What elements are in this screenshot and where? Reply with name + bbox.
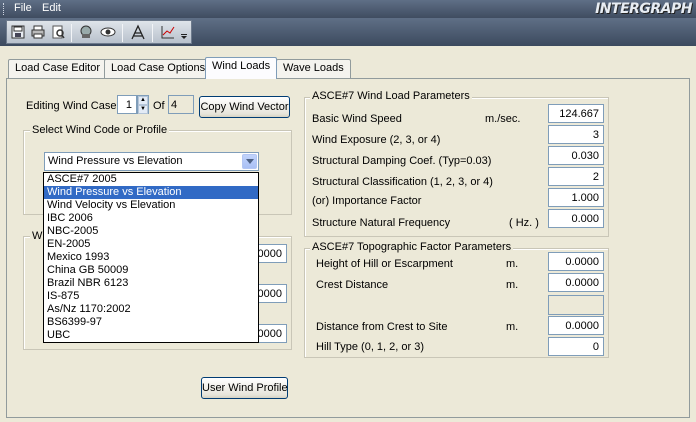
wind-code-selected: Wind Pressure vs Elevation (48, 155, 183, 167)
menu-grip-icon (3, 3, 6, 15)
natural-frequency-label: Structure Natural Frequency (312, 217, 451, 229)
crest-distance-input[interactable]: 0.0000 (548, 273, 604, 292)
importance-factor-label: (or) Importance Factor (312, 195, 422, 207)
asce-params-title: ASCE#7 Wind Load Parameters (310, 90, 472, 102)
dropdown-option[interactable]: EN-2005 (44, 238, 258, 251)
menu-file[interactable]: File (14, 2, 32, 14)
basic-wind-speed-input[interactable]: 124.667 (548, 104, 604, 123)
chart-icon[interactable] (159, 23, 177, 41)
intergraph-logo: INTERGRAPH (595, 1, 692, 17)
damping-coef-input[interactable]: 0.030 (548, 146, 604, 165)
dropdown-option[interactable]: BS6399-97 (44, 316, 258, 329)
print-icon[interactable] (29, 23, 47, 41)
chevron-down-icon[interactable] (242, 154, 257, 169)
dropdown-option[interactable]: ASCE#7 2005 (44, 173, 258, 186)
dropdown-option[interactable]: Brazil NBR 6123 (44, 277, 258, 290)
natural-frequency-input[interactable]: 0.000 (548, 209, 604, 228)
dropdown-option[interactable]: NBC-2005 (44, 225, 258, 238)
dropdown-option[interactable]: IBC 2006 (44, 212, 258, 225)
wind-case-spinner[interactable]: ▲ ▼ (137, 95, 149, 114)
wind-code-select[interactable]: Wind Pressure vs Elevation (44, 152, 259, 171)
dropdown-option[interactable]: As/Nz 1170:2002 (44, 303, 258, 316)
basic-wind-speed-unit: m./sec. (485, 113, 521, 125)
print-preview-icon[interactable] (49, 23, 67, 41)
menu-edit[interactable]: Edit (42, 2, 61, 14)
dropdown-option[interactable]: IS-875 (44, 290, 258, 303)
model-icon[interactable] (77, 23, 95, 41)
editing-wind-case-label: Editing Wind Case (26, 100, 117, 112)
wind-exposure-input[interactable]: 3 (548, 125, 604, 144)
topo-params-title: ASCE#7 Topographic Factor Parameters (310, 241, 514, 253)
basic-wind-speed-label: Basic Wind Speed (312, 113, 402, 125)
wind-case-input[interactable]: 1 (117, 95, 137, 114)
hill-type-label: Hill Type (0, 1, 2, or 3) (316, 341, 425, 353)
toolbar-group (6, 20, 192, 44)
eye-icon[interactable] (99, 23, 117, 41)
of-label: Of (153, 100, 165, 112)
spin-down-icon[interactable]: ▼ (138, 105, 148, 114)
dropdown-option[interactable]: Mexico 1993 (44, 251, 258, 264)
tab-wind-loads[interactable]: Wind Loads (205, 57, 278, 79)
wind-code-group-title: Select Wind Code or Profile (30, 124, 170, 136)
structural-class-input[interactable]: 2 (548, 167, 604, 186)
user-wind-profile-button[interactable]: User Wind Profile (201, 377, 288, 399)
toolbar-overflow-icon[interactable] (179, 23, 189, 41)
wind-code-dropdown: ASCE#7 2005 Wind Pressure vs Elevation W… (43, 172, 259, 343)
save-icon[interactable] (9, 23, 27, 41)
tab-load-case-options[interactable]: Load Case Options (104, 59, 213, 78)
crest-to-site-unit: m. (506, 321, 519, 333)
dropdown-option-selected[interactable]: Wind Pressure vs Elevation (44, 186, 258, 199)
damping-coef-label: Structural Damping Coef. (Typ=0.03) (312, 155, 492, 167)
menu-bar: File Edit INTERGRAPH (0, 0, 696, 18)
structural-class-label: Structural Classification (1, 2, 3, or 4… (312, 176, 493, 188)
copy-wind-vector-button[interactable]: Copy Wind Vector (199, 96, 290, 118)
structure-icon[interactable] (129, 23, 147, 41)
hill-height-label: Height of Hill or Escarpment (316, 258, 453, 270)
hill-type-input[interactable]: 0 (548, 337, 604, 356)
natural-frequency-unit: ( Hz. ) (509, 217, 539, 229)
importance-factor-input[interactable]: 1.000 (548, 188, 604, 207)
tab-wave-loads[interactable]: Wave Loads (276, 59, 351, 78)
crest-to-site-label: Distance from Crest to Site (316, 321, 448, 333)
toolbar-separator (152, 24, 153, 42)
disabled-field (548, 295, 604, 315)
wind-case-total: 4 (168, 95, 194, 114)
tab-load-case-editor[interactable]: Load Case Editor (8, 59, 107, 78)
crest-to-site-input[interactable]: 0.0000 (548, 316, 604, 335)
hill-height-input[interactable]: 0.0000 (548, 252, 604, 271)
wind-exposure-label: Wind Exposure (2, 3, or 4) (312, 134, 441, 146)
dropdown-option[interactable]: Wind Velocity vs Elevation (44, 199, 258, 212)
dropdown-option[interactable]: UBC (44, 329, 258, 342)
crest-distance-label: Crest Distance (316, 279, 389, 291)
spin-up-icon[interactable]: ▲ (138, 96, 148, 105)
hill-height-unit: m. (506, 258, 519, 270)
crest-distance-unit: m. (506, 279, 519, 291)
dropdown-option[interactable]: China GB 50009 (44, 264, 258, 277)
toolbar-separator (122, 24, 123, 42)
toolbar (0, 18, 696, 46)
toolbar-separator (71, 24, 72, 42)
